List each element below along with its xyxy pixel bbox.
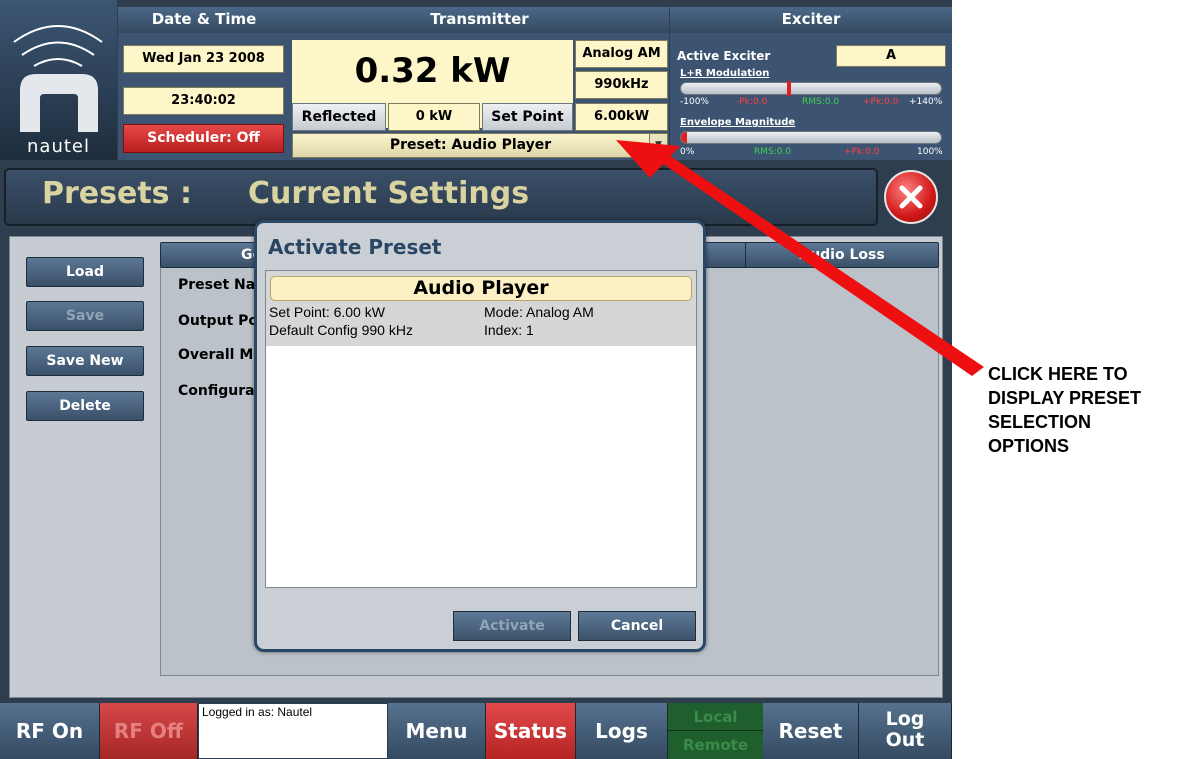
annotation-text: CLICK HERE TO DISPLAY PRESET SELECTION O… [988, 362, 1141, 458]
annotation-line-3: SELECTION [988, 412, 1092, 432]
annotation-line-1: CLICK HERE TO [988, 364, 1128, 384]
annotation-line-4: OPTIONS [988, 436, 1070, 456]
annotation-line-2: DISPLAY PRESET [988, 388, 1142, 408]
